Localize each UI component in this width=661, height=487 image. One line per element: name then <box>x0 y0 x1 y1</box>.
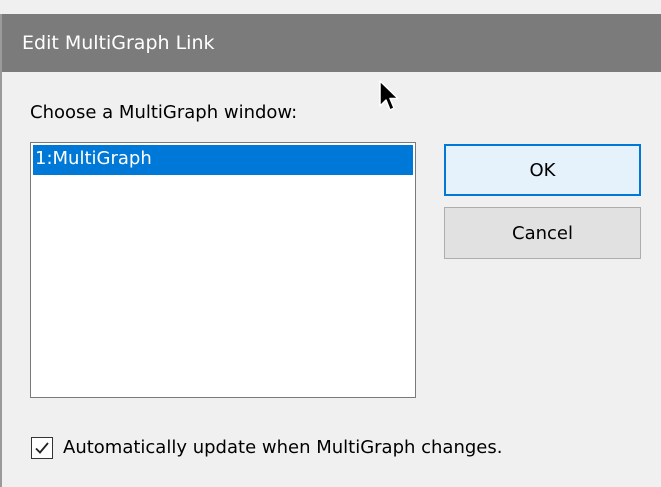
auto-update-label: Automatically update when MultiGraph cha… <box>63 437 503 458</box>
auto-update-checkbox[interactable] <box>31 437 53 459</box>
checkmark-icon <box>35 442 49 454</box>
edit-multigraph-link-dialog: Edit MultiGraph Link Choose a MultiGraph… <box>0 0 661 487</box>
ok-button[interactable]: OK <box>444 144 641 196</box>
mouse-pointer-icon <box>379 80 401 118</box>
title-bar[interactable]: Edit MultiGraph Link <box>2 14 661 72</box>
multigraph-window-list[interactable]: 1:MultiGraph <box>30 142 416 398</box>
cancel-button[interactable]: Cancel <box>444 207 641 259</box>
dialog-title: Edit MultiGraph Link <box>22 32 215 54</box>
list-item-multigraph-1[interactable]: 1:MultiGraph <box>33 145 413 175</box>
window-edge <box>0 14 2 487</box>
choose-window-label: Choose a MultiGraph window: <box>30 102 298 123</box>
